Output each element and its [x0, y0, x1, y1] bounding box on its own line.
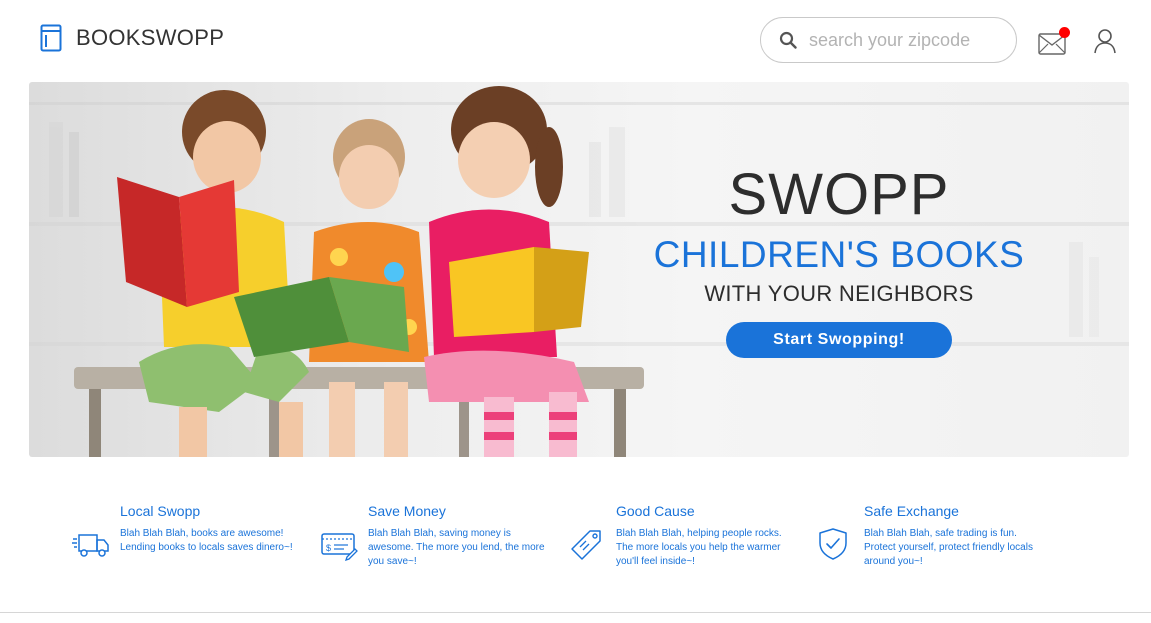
- feature-description: Blah Blah Blah, safe trading is fun. Pro…: [864, 528, 1033, 567]
- notification-dot: [1059, 27, 1070, 38]
- feature-title: Safe Exchange: [864, 503, 959, 519]
- hero-text: SWOPP CHILDREN'S BOOKS WITH YOUR NEIGHBO…: [644, 162, 1034, 358]
- feature-safe-exchange: Safe Exchange Blah Blah Blah, safe tradi…: [816, 503, 1046, 583]
- feature-save-money: $ Save Money Blah Blah Blah, saving mone…: [320, 503, 550, 583]
- search-icon: [779, 31, 797, 49]
- features-row: Local Swopp Blah Blah Blah, books are aw…: [72, 503, 1072, 583]
- shield-check-icon: [819, 528, 847, 560]
- header: BOOKSWOPP: [0, 0, 1151, 80]
- hero-title: SWOPP: [728, 162, 950, 227]
- money-icon: $: [321, 533, 358, 561]
- search-box[interactable]: [760, 17, 1017, 63]
- truck-icon: [72, 534, 109, 557]
- user-icon[interactable]: [1093, 28, 1117, 54]
- feature-description: Blah Blah Blah, saving money is awesome.…: [368, 528, 545, 567]
- zipcode-search-input[interactable]: [809, 29, 999, 51]
- hero-banner: SWOPP CHILDREN'S BOOKS WITH YOUR NEIGHBO…: [29, 82, 1129, 457]
- start-swopping-button[interactable]: Start Swopping!: [726, 322, 952, 358]
- hero-tagline: WITH YOUR NEIGHBORS: [704, 281, 974, 306]
- mail-button[interactable]: [1038, 27, 1070, 55]
- footer-divider: [0, 612, 1151, 613]
- feature-description: Blah Blah Blah, helping people rocks. Th…: [616, 528, 782, 567]
- feature-title: Local Swopp: [120, 503, 201, 519]
- feature-title: Save Money: [368, 503, 446, 519]
- feature-local-swopp: Local Swopp Blah Blah Blah, books are aw…: [72, 503, 302, 583]
- feature-good-cause: Good Cause Blah Blah Blah, helping peopl…: [568, 503, 798, 583]
- tag-icon: [571, 530, 601, 560]
- feature-title: Good Cause: [616, 503, 695, 519]
- logo-text: BOOKSWOPP: [76, 25, 225, 50]
- svg-text:$: $: [326, 543, 331, 553]
- logo[interactable]: BOOKSWOPP: [40, 24, 224, 52]
- hero-subtitle: CHILDREN'S BOOKS: [653, 234, 1025, 275]
- feature-description: Blah Blah Blah, books are awesome! Lendi…: [120, 528, 293, 553]
- book-icon: [40, 24, 62, 52]
